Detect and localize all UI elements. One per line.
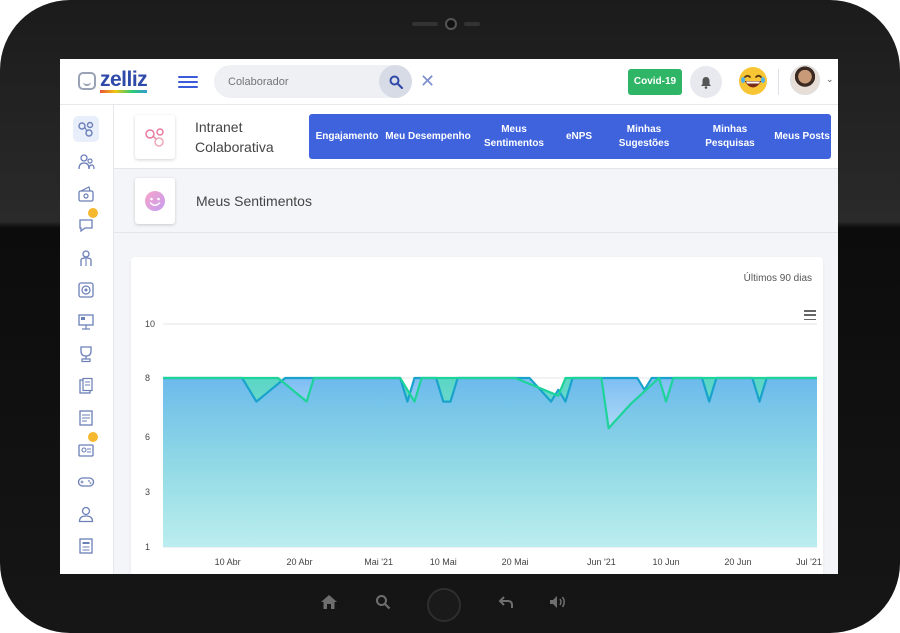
- app-title: Intranet Colaborativa: [195, 119, 274, 155]
- y-tick-label: 6: [145, 432, 150, 442]
- network-icon: [78, 121, 94, 137]
- y-tick-label: 3: [145, 487, 150, 497]
- sidebar-item-form[interactable]: [75, 407, 97, 429]
- documents-icon: [79, 377, 93, 394]
- id-card-icon: [78, 444, 94, 457]
- network-icon: [145, 128, 164, 147]
- search-icon[interactable]: [375, 594, 391, 615]
- sidebar-item-user[interactable]: [75, 503, 97, 525]
- x-tick-label: 10 Abr: [215, 557, 241, 567]
- logo-text: zelliz: [100, 67, 148, 93]
- avatar[interactable]: [790, 65, 820, 95]
- section-icon: [135, 178, 175, 224]
- x-tick-label: Jul '21: [796, 557, 822, 567]
- nav-meus-posts[interactable]: Meus Posts: [773, 130, 831, 144]
- sidebar-item-person[interactable]: [75, 247, 97, 269]
- camera: [445, 18, 457, 30]
- sensor: [412, 22, 438, 26]
- y-tick-label: 8: [145, 373, 150, 383]
- sidebar-item-report[interactable]: [75, 535, 97, 557]
- sidebar-item-gamepad[interactable]: [75, 471, 97, 493]
- y-tick-label: 1: [145, 542, 150, 552]
- sidebar-item-wallet[interactable]: [75, 183, 97, 205]
- sidebar-item-network[interactable]: [73, 116, 99, 142]
- nav-minhas-sugestoes[interactable]: Minhas Sugestões: [601, 123, 687, 151]
- app-header: Intranet Colaborativa Engajamento Meu De…: [114, 105, 838, 169]
- x-tick-label: 20 Abr: [287, 557, 313, 567]
- y-tick-label: 10: [145, 319, 155, 329]
- search-input[interactable]: [214, 65, 384, 98]
- notification-dot: [87, 207, 99, 219]
- sensor: [464, 22, 480, 26]
- x-tick-label: 20 Jun: [724, 557, 751, 567]
- sidebar-item-presentation[interactable]: [75, 311, 97, 333]
- person-icon: [80, 250, 92, 266]
- trophy-icon: [80, 346, 92, 363]
- divider: [778, 69, 779, 95]
- logo-badge-icon: [78, 72, 96, 90]
- form-icon: [79, 410, 93, 426]
- logo[interactable]: zelliz: [78, 67, 148, 94]
- x-tick-label: 10 Mai: [430, 557, 457, 567]
- covid-button[interactable]: Covid-19: [628, 69, 682, 95]
- nav-meu-desempenho[interactable]: Meu Desempenho: [385, 130, 471, 144]
- x-tick-label: Mai '21: [364, 557, 393, 567]
- sentiment-chart: 10 8 6 3 1 10 Abr 20 Abr Mai '21 10 Mai 20 Mai Jun…: [145, 319, 822, 567]
- nav-enps[interactable]: eNPS: [557, 130, 601, 144]
- app-icon: [135, 115, 175, 159]
- device-nav-bar: [0, 574, 900, 633]
- chevron-down-icon[interactable]: ⌄: [826, 74, 834, 85]
- target-icon: [78, 282, 94, 298]
- bell-icon: [701, 76, 711, 89]
- notifications-button[interactable]: [690, 66, 722, 98]
- top-bar: zelliz ✕ Covid-19: [60, 59, 838, 105]
- nav-engajamento[interactable]: Engajamento: [309, 130, 385, 144]
- sidebar-item-trophy[interactable]: [75, 343, 97, 365]
- user-icon: [78, 506, 94, 523]
- volume-icon[interactable]: [548, 594, 568, 615]
- home-icon[interactable]: [320, 594, 338, 615]
- search-button[interactable]: [379, 65, 412, 98]
- section-title: Meus Sentimentos: [196, 193, 312, 209]
- sidebar-item-people[interactable]: [75, 151, 97, 173]
- smiley-icon: [145, 191, 165, 211]
- main-nav: Engajamento Meu Desempenho Meus Sentimen…: [309, 114, 831, 159]
- sidebar-item-documents[interactable]: [75, 375, 97, 397]
- tablet-frame: zelliz ✕ Covid-19: [0, 0, 900, 633]
- sidebar-item-target[interactable]: [75, 279, 97, 301]
- clear-search-icon[interactable]: ✕: [420, 71, 436, 91]
- app-screen: zelliz ✕ Covid-19: [60, 59, 838, 574]
- presentation-icon: [78, 314, 94, 330]
- nav-meus-sentimentos[interactable]: Meus Sentimentos: [471, 123, 557, 151]
- people-icon: [78, 154, 95, 170]
- series-area: [163, 378, 817, 547]
- laughing-emoji-icon[interactable]: [737, 65, 769, 97]
- back-icon[interactable]: [498, 594, 514, 615]
- x-tick-label: 20 Mai: [502, 557, 529, 567]
- search-box: [214, 65, 412, 98]
- sentiment-chart-card: Últimos 90 dias 10 8 6 3 1 10 Abr 20 Abr Mai: [131, 257, 823, 574]
- report-icon: [79, 538, 93, 554]
- wallet-icon: [78, 186, 94, 202]
- sidebar: [60, 105, 114, 574]
- gamepad-icon: [77, 477, 95, 487]
- x-tick-label: 10 Jun: [653, 557, 680, 567]
- hamburger-menu-icon[interactable]: [178, 72, 198, 92]
- nav-minhas-pesquisas[interactable]: Minhas Pesquisas: [687, 123, 773, 151]
- x-tick-label: Jun '21: [587, 557, 616, 567]
- section-header: Meus Sentimentos: [114, 169, 838, 233]
- search-icon: [389, 75, 403, 89]
- home-button[interactable]: [427, 588, 461, 622]
- notification-dot: [87, 431, 99, 443]
